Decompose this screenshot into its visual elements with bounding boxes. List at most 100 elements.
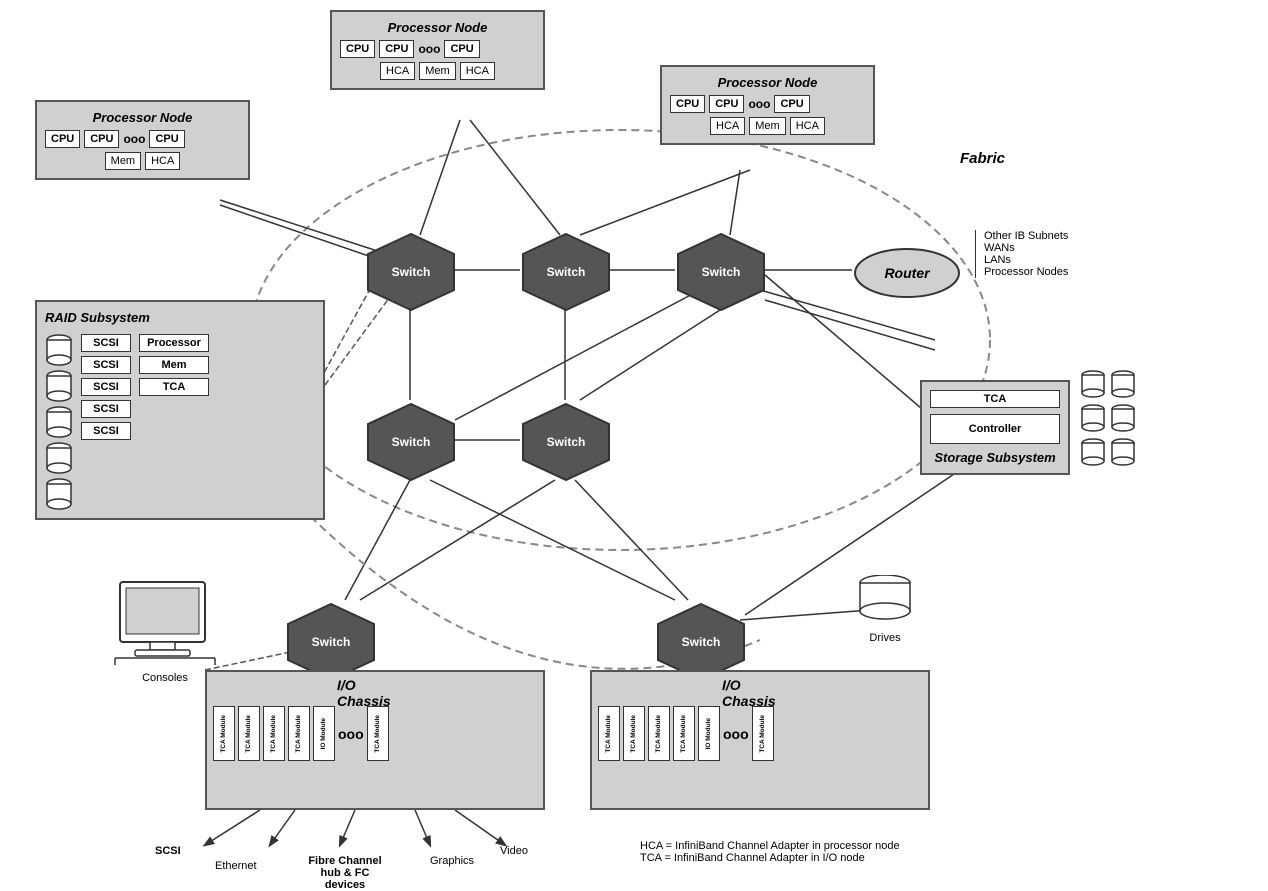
io-module-2-5: IO Module	[698, 706, 720, 761]
io-chassis-1: I/OChassis TCA Module TCA Module TCA Mod…	[205, 670, 545, 810]
io-module-1-5: IO Module	[313, 706, 335, 761]
storage-tca: TCA	[930, 390, 1060, 408]
raid-title: RAID Subsystem	[45, 310, 315, 325]
pn-tr-mem-row: HCA Mem HCA	[670, 117, 865, 135]
pn-tl-cpu-row: CPU CPU ooo CPU	[45, 130, 240, 148]
storage-disk-5	[1080, 438, 1106, 468]
io-module-1-3: TCA Module	[263, 706, 285, 761]
storage-controller: Controller	[930, 414, 1060, 444]
io-module-1-2: TCA Module	[238, 706, 260, 761]
pn-tr-cpu2: CPU	[709, 95, 744, 113]
io-module-2-1: TCA Module	[598, 706, 620, 761]
video-label: Video	[500, 845, 528, 857]
switch-3: Switch	[676, 232, 766, 312]
svg-text:Switch: Switch	[682, 635, 721, 649]
io-dots-2: ooo	[723, 726, 749, 742]
pn-tc-cpu2: CPU	[379, 40, 414, 58]
scsi-3: SCSI	[81, 378, 131, 396]
raid-mem: Mem	[139, 356, 209, 374]
raid-proc-column: Processor Mem TCA	[139, 334, 209, 396]
pn-tc-mem: Mem	[419, 62, 455, 80]
pn-tc-dots: ooo	[418, 42, 440, 56]
router: Router	[852, 245, 962, 305]
pn-tr-cpu1: CPU	[670, 95, 705, 113]
router-label-1: Other IB Subnets	[984, 230, 1068, 242]
io-module-2-6: TCA Module	[752, 706, 774, 761]
pn-tr-hca1: HCA	[710, 117, 745, 135]
pn-tc-mem-row: HCA Mem HCA	[340, 62, 535, 80]
processor-node-top-right: Processor Node CPU CPU ooo CPU HCA Mem H…	[660, 65, 875, 145]
pn-tl-cpu3: CPU	[149, 130, 184, 148]
router-label-4: Processor Nodes	[984, 266, 1068, 278]
scsi-1: SCSI	[81, 334, 131, 352]
svg-text:Switch: Switch	[312, 635, 351, 649]
scsi-2: SCSI	[81, 356, 131, 374]
switch-2: Switch	[521, 232, 611, 312]
pn-tc-title: Processor Node	[340, 20, 535, 35]
legend: HCA = InfiniBand Channel Adapter in proc…	[640, 840, 900, 864]
processor-node-top-center: Processor Node CPU CPU ooo CPU HCA Mem H…	[330, 10, 545, 90]
ethernet-label: Ethernet	[215, 860, 257, 872]
raid-subsystem: RAID Subsystem	[35, 300, 325, 520]
raid-disks	[45, 334, 73, 510]
svg-text:Switch: Switch	[392, 265, 431, 279]
pn-tc-hca2: HCA	[460, 62, 495, 80]
io-dots-1: ooo	[338, 726, 364, 742]
io-chassis-2-modules: TCA Module TCA Module TCA Module TCA Mod…	[598, 706, 922, 761]
svg-text:Switch: Switch	[392, 435, 431, 449]
pn-tc-hca1: HCA	[380, 62, 415, 80]
pn-tl-mem: Mem	[105, 152, 141, 170]
pn-tr-title: Processor Node	[670, 75, 865, 90]
legend-tca: TCA = InfiniBand Channel Adapter in I/O …	[640, 852, 900, 864]
svg-text:Switch: Switch	[547, 265, 586, 279]
switch-1: Switch	[366, 232, 456, 312]
pn-tl-cpu1: CPU	[45, 130, 80, 148]
disk-icon	[45, 442, 73, 474]
storage-disk-6	[1110, 438, 1136, 468]
console: Consoles	[110, 580, 220, 684]
disk-icon	[45, 406, 73, 438]
storage-disk-4	[1110, 404, 1136, 434]
scsi-4: SCSI	[81, 400, 131, 418]
disk-icon	[45, 334, 73, 366]
pn-tl-hca: HCA	[145, 152, 180, 170]
pn-tl-dots: ooo	[123, 132, 145, 146]
io-chassis-1-title: I/OChassis	[337, 677, 391, 709]
storage-subsystem: TCA Controller Storage Subsystem	[920, 380, 1070, 475]
scsi-5: SCSI	[81, 422, 131, 440]
pn-tl-mem-row: Mem HCA	[45, 152, 240, 170]
storage-title: Storage Subsystem	[930, 450, 1060, 465]
io-chassis-2: I/OChassis TCA Module TCA Module TCA Mod…	[590, 670, 930, 810]
pn-tr-mem: Mem	[749, 117, 785, 135]
pn-tc-cpu1: CPU	[340, 40, 375, 58]
raid-scsi-column: SCSI SCSI SCSI SCSI SCSI	[81, 334, 131, 440]
pn-tc-cpu3: CPU	[444, 40, 479, 58]
pn-tl-cpu2: CPU	[84, 130, 119, 148]
router-label-3: LANs	[984, 254, 1068, 266]
io-chassis-1-modules: TCA Module TCA Module TCA Module TCA Mod…	[213, 706, 537, 761]
disk-icon	[45, 478, 73, 510]
pn-tr-cpu-row: CPU CPU ooo CPU	[670, 95, 865, 113]
pn-tr-hca2: HCA	[790, 117, 825, 135]
drives-area: Drives	[855, 575, 915, 644]
io-chassis-2-title: I/OChassis	[722, 677, 776, 709]
pn-tr-dots: ooo	[748, 97, 770, 111]
pn-tl-title: Processor Node	[45, 110, 240, 125]
storage-disk-2	[1110, 370, 1136, 400]
svg-text:Switch: Switch	[702, 265, 741, 279]
storage-disk-1	[1080, 370, 1106, 400]
svg-text:Router: Router	[884, 265, 931, 281]
consoles-label: Consoles	[110, 672, 220, 684]
io-module-2-2: TCA Module	[623, 706, 645, 761]
processor-node-top-left: Processor Node CPU CPU ooo CPU Mem HCA	[35, 100, 250, 180]
switch-5: Switch	[521, 402, 611, 482]
io-module-2-3: TCA Module	[648, 706, 670, 761]
router-label-2: WANs	[984, 242, 1068, 254]
main-canvas: { "title": "InfiniBand Architecture Diag…	[0, 0, 1268, 888]
io-module-1-4: TCA Module	[288, 706, 310, 761]
router-labels: Other IB Subnets WANs LANs Processor Nod…	[975, 230, 1068, 278]
raid-tca: TCA	[139, 378, 209, 396]
switch-4: Switch	[366, 402, 456, 482]
drives-label: Drives	[855, 632, 915, 644]
pn-tc-cpu-row: CPU CPU ooo CPU	[340, 40, 535, 58]
